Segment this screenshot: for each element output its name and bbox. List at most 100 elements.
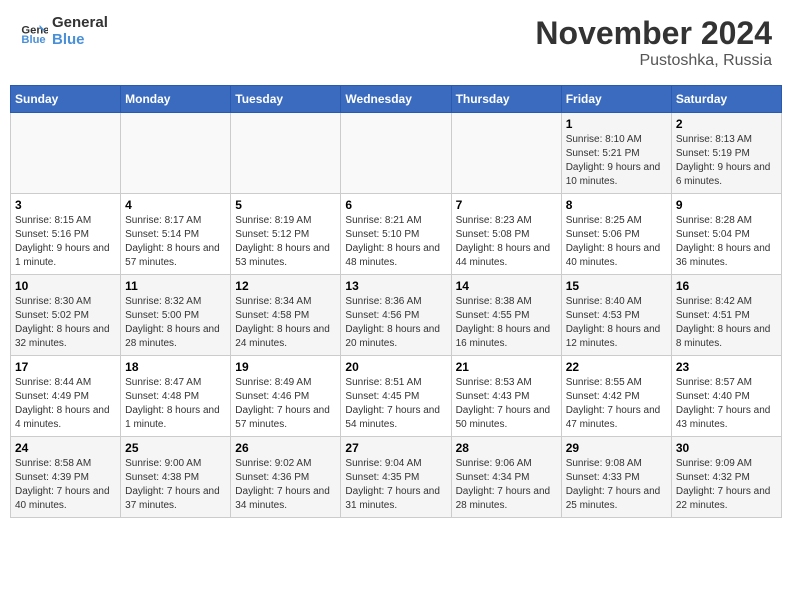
day-number: 26 (235, 441, 336, 455)
table-row: 21Sunrise: 8:53 AMSunset: 4:43 PMDayligh… (451, 356, 561, 437)
day-number: 7 (456, 198, 557, 212)
month-title: November 2024 (535, 15, 772, 52)
table-row: 28 Sunrise: 9:06 AMSunset: 4:34 PMDayligh… (451, 437, 561, 518)
day-info: Sunrise: 8:28 AMSunset: 5:04 PMDaylight:… (676, 214, 777, 270)
logo-icon: General Blue (20, 18, 48, 46)
col-sunday: Sunday (11, 86, 121, 113)
day-info: Sunrise: 8:25 AMSunset: 5:06 PMDaylight:… (566, 214, 667, 270)
calendar-week-row: 1Sunrise: 8:10 AMSunset: 5:21 PMDaylight… (11, 113, 782, 194)
col-tuesday: Tuesday (231, 86, 341, 113)
calendar-week-row: 3Sunrise: 8:15 AMSunset: 5:16 PMDaylight… (11, 194, 782, 275)
day-number: 10 (15, 279, 116, 293)
day-number: 24 (15, 441, 116, 455)
calendar-week-row: 24 Sunrise: 8:58 AMSunset: 4:39 PMDayligh… (11, 437, 782, 518)
day-info: Sunrise: 8:30 AMSunset: 5:02 PMDaylight:… (15, 295, 116, 351)
table-row: 20Sunrise: 8:51 AMSunset: 4:45 PMDayligh… (341, 356, 451, 437)
day-info: Sunrise: 8:47 AMSunset: 4:48 PMDaylight:… (125, 376, 226, 432)
day-number: 28 (456, 441, 557, 455)
day-info: Sunrise: 8:34 AMSunset: 4:58 PMDaylight:… (235, 295, 336, 351)
day-info: Sunrise: 8:17 AMSunset: 5:14 PMDaylight:… (125, 214, 226, 270)
day-info: Sunrise: 8:23 AMSunset: 5:08 PMDaylight:… (456, 214, 557, 270)
day-info: Sunrise: 8:21 AMSunset: 5:10 PMDaylight:… (345, 214, 446, 270)
table-row (231, 113, 341, 194)
day-info: Sunrise: 8:44 AMSunset: 4:49 PMDaylight:… (15, 376, 116, 432)
day-info: Sunrise: 8:38 AMSunset: 4:55 PMDaylight:… (456, 295, 557, 351)
table-row: 5 Sunrise: 8:19 AMSunset: 5:12 PMDaylight… (231, 194, 341, 275)
table-row: 10 Sunrise: 8:30 AMSunset: 5:02 PMDayligh… (11, 275, 121, 356)
table-row (11, 113, 121, 194)
day-number: 9 (676, 198, 777, 212)
calendar-week-row: 10 Sunrise: 8:30 AMSunset: 5:02 PMDayligh… (11, 275, 782, 356)
day-info: Sunrise: 8:36 AMSunset: 4:56 PMDaylight:… (345, 295, 446, 351)
table-row: 27 Sunrise: 9:04 AMSunset: 4:35 PMDayligh… (341, 437, 451, 518)
day-info: Sunrise: 8:57 AMSunset: 4:40 PMDaylight:… (676, 376, 777, 432)
day-info: Sunrise: 9:09 AMSunset: 4:32 PMDaylight:… (676, 457, 777, 513)
day-info: Sunrise: 8:49 AMSunset: 4:46 PMDaylight:… (235, 376, 336, 432)
day-info: Sunrise: 9:06 AMSunset: 4:34 PMDaylight:… (456, 457, 557, 513)
day-number: 6 (345, 198, 446, 212)
table-row: 26Sunrise: 9:02 AMSunset: 4:36 PMDayligh… (231, 437, 341, 518)
table-row (451, 113, 561, 194)
day-number: 23 (676, 360, 777, 374)
table-row: 7 Sunrise: 8:23 AMSunset: 5:08 PMDaylight… (451, 194, 561, 275)
day-number: 16 (676, 279, 777, 293)
day-number: 17 (15, 360, 116, 374)
table-row: 22Sunrise: 8:55 AMSunset: 4:42 PMDayligh… (561, 356, 671, 437)
col-friday: Friday (561, 86, 671, 113)
day-number: 18 (125, 360, 226, 374)
title-block: November 2024 Pustoshka, Russia (535, 15, 772, 70)
day-number: 5 (235, 198, 336, 212)
table-row: 18 Sunrise: 8:47 AMSunset: 4:48 PMDayligh… (121, 356, 231, 437)
logo: General Blue General Blue (20, 15, 108, 48)
day-number: 20 (345, 360, 446, 374)
day-number: 14 (456, 279, 557, 293)
table-row (341, 113, 451, 194)
day-number: 8 (566, 198, 667, 212)
col-monday: Monday (121, 86, 231, 113)
table-row: 29 Sunrise: 9:08 AMSunset: 4:33 PMDayligh… (561, 437, 671, 518)
logo-blue: Blue (52, 31, 85, 48)
table-row: 13Sunrise: 8:36 AMSunset: 4:56 PMDayligh… (341, 275, 451, 356)
day-info: Sunrise: 9:04 AMSunset: 4:35 PMDaylight:… (345, 457, 446, 513)
day-info: Sunrise: 9:08 AMSunset: 4:33 PMDaylight:… (566, 457, 667, 513)
table-row: 14 Sunrise: 8:38 AMSunset: 4:55 PMDayligh… (451, 275, 561, 356)
table-row: 6 Sunrise: 8:21 AMSunset: 5:10 PMDaylight… (341, 194, 451, 275)
table-row: 24 Sunrise: 8:58 AMSunset: 4:39 PMDayligh… (11, 437, 121, 518)
day-number: 30 (676, 441, 777, 455)
day-number: 11 (125, 279, 226, 293)
day-info: Sunrise: 8:42 AMSunset: 4:51 PMDaylight:… (676, 295, 777, 351)
table-row: 3Sunrise: 8:15 AMSunset: 5:16 PMDaylight… (11, 194, 121, 275)
day-number: 21 (456, 360, 557, 374)
day-number: 22 (566, 360, 667, 374)
day-info: Sunrise: 8:58 AMSunset: 4:39 PMDaylight:… (15, 457, 116, 513)
table-row: 1Sunrise: 8:10 AMSunset: 5:21 PMDaylight… (561, 113, 671, 194)
day-info: Sunrise: 8:15 AMSunset: 5:16 PMDaylight:… (15, 214, 116, 270)
day-number: 25 (125, 441, 226, 455)
table-row (121, 113, 231, 194)
logo-general: General (52, 14, 108, 31)
table-row: 8 Sunrise: 8:25 AMSunset: 5:06 PMDaylight… (561, 194, 671, 275)
table-row: 25Sunrise: 9:00 AMSunset: 4:38 PMDayligh… (121, 437, 231, 518)
page-header: General Blue General Blue November 2024 … (10, 10, 782, 75)
day-number: 29 (566, 441, 667, 455)
day-info: Sunrise: 8:10 AMSunset: 5:21 PMDaylight:… (566, 133, 667, 189)
day-number: 12 (235, 279, 336, 293)
calendar-table: Sunday Monday Tuesday Wednesday Thursday… (10, 85, 782, 518)
col-wednesday: Wednesday (341, 86, 451, 113)
table-row: 11Sunrise: 8:32 AMSunset: 5:00 PMDayligh… (121, 275, 231, 356)
col-thursday: Thursday (451, 86, 561, 113)
table-row: 12 Sunrise: 8:34 AMSunset: 4:58 PMDayligh… (231, 275, 341, 356)
table-row: 4 Sunrise: 8:17 AMSunset: 5:14 PMDaylight… (121, 194, 231, 275)
day-number: 15 (566, 279, 667, 293)
day-info: Sunrise: 8:19 AMSunset: 5:12 PMDaylight:… (235, 214, 336, 270)
table-row: 15 Sunrise: 8:40 AMSunset: 4:53 PMDayligh… (561, 275, 671, 356)
table-row: 17 Sunrise: 8:44 AMSunset: 4:49 PMDayligh… (11, 356, 121, 437)
table-row: 23 Sunrise: 8:57 AMSunset: 4:40 PMDayligh… (671, 356, 781, 437)
day-number: 4 (125, 198, 226, 212)
day-number: 27 (345, 441, 446, 455)
col-saturday: Saturday (671, 86, 781, 113)
day-number: 19 (235, 360, 336, 374)
day-info: Sunrise: 8:40 AMSunset: 4:53 PMDaylight:… (566, 295, 667, 351)
table-row: 16 Sunrise: 8:42 AMSunset: 4:51 PMDayligh… (671, 275, 781, 356)
day-info: Sunrise: 8:13 AMSunset: 5:19 PMDaylight:… (676, 133, 777, 189)
